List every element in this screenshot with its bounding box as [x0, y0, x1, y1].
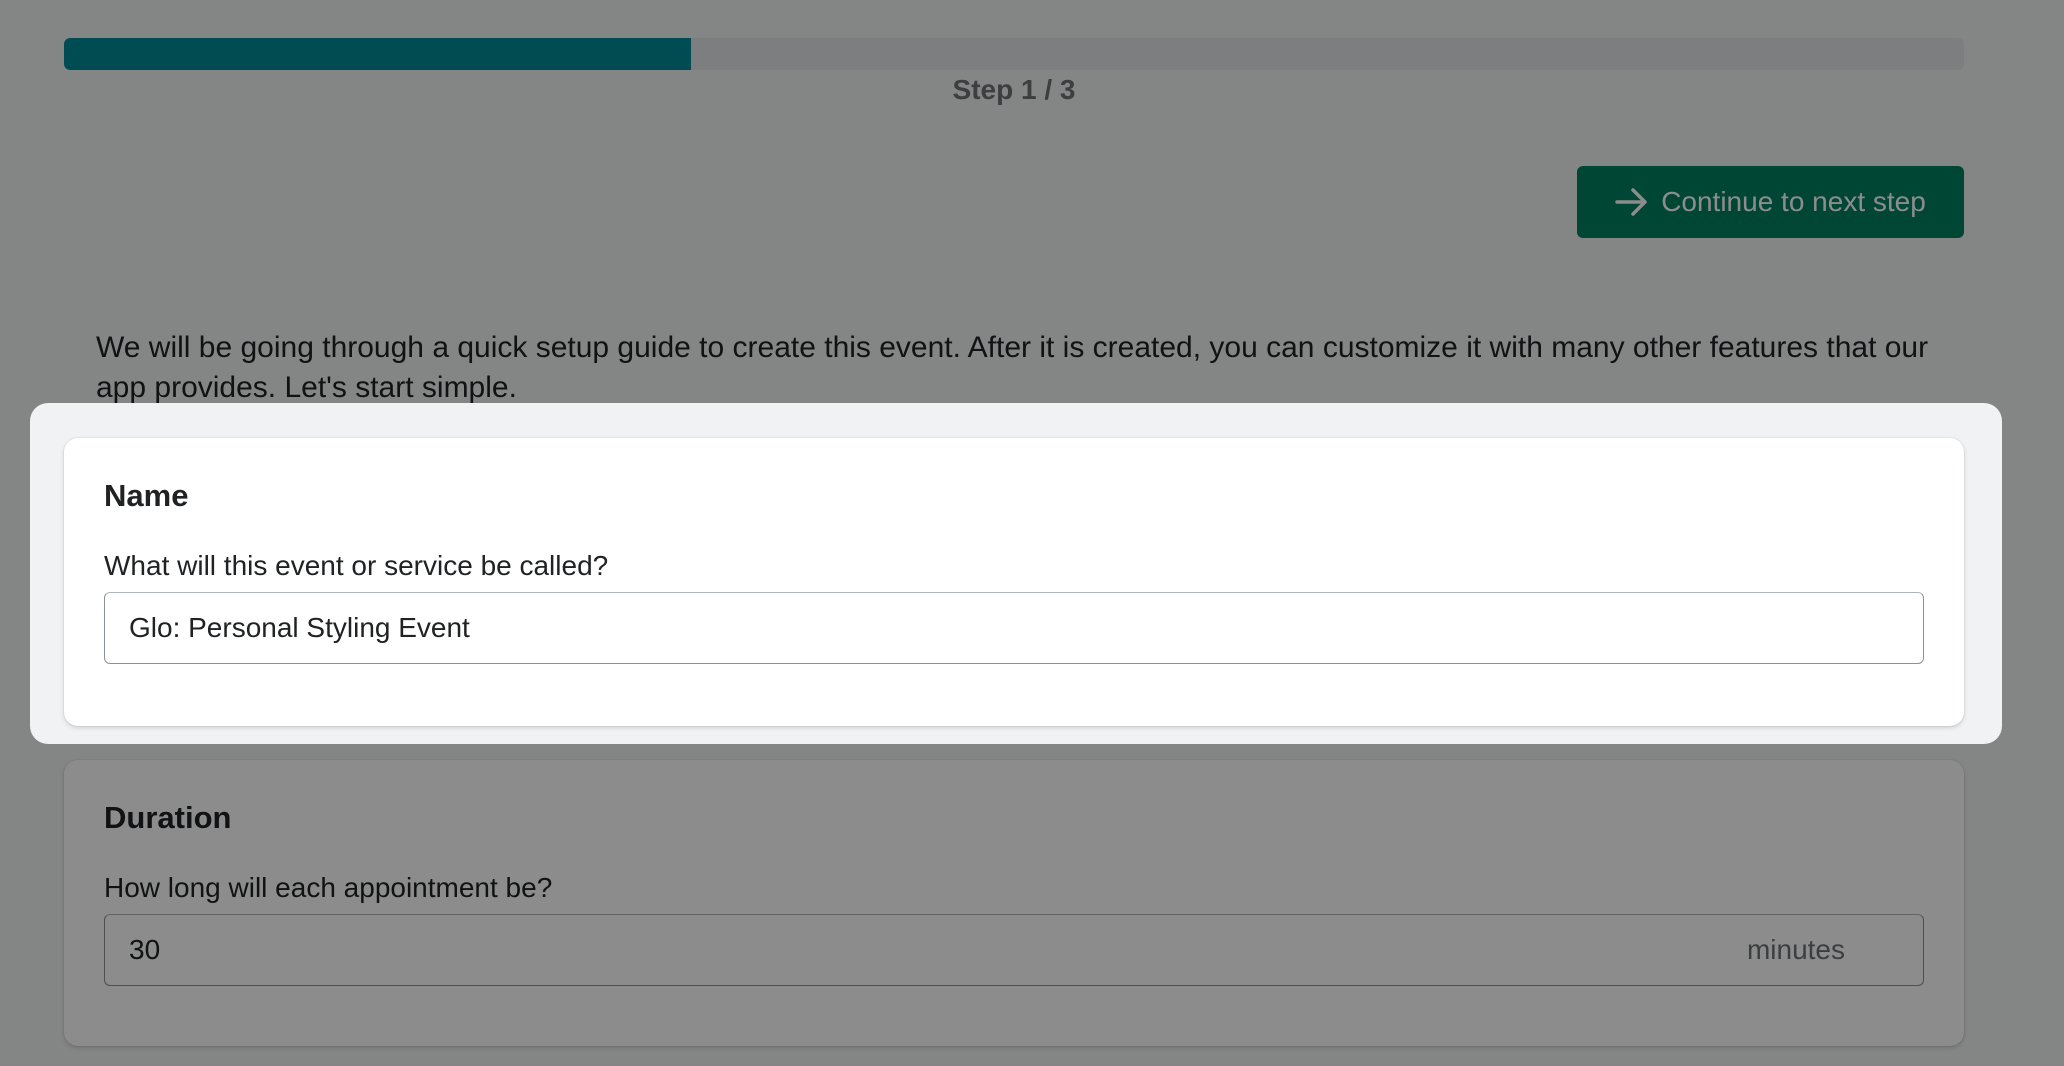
- name-field[interactable]: [104, 592, 1924, 664]
- name-label: What will this event or service be calle…: [104, 550, 609, 581]
- name-card: Name What will this event or service be …: [64, 438, 1964, 726]
- name-input[interactable]: [129, 612, 1899, 644]
- name-title: Name: [104, 478, 189, 513]
